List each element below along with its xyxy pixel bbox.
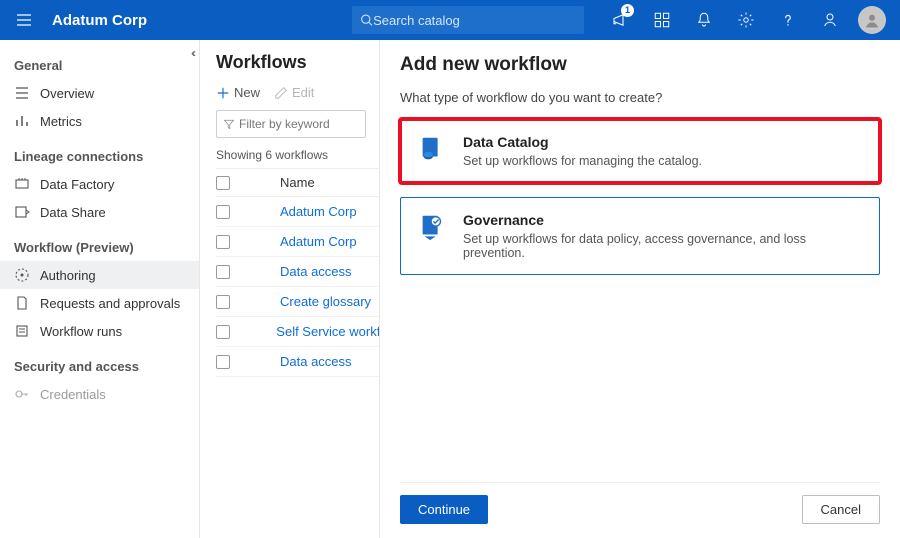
announcements-icon[interactable]: 1 [600, 0, 640, 40]
table-row[interactable]: Adatum Corp [216, 197, 379, 227]
collections-icon[interactable] [642, 0, 682, 40]
sidebar-item-label: Data Factory [40, 177, 114, 192]
sidebar-section-general: General [0, 44, 199, 79]
topbar-icons: 1 [600, 0, 900, 40]
sidebar-section-security: Security and access [0, 345, 199, 380]
row-checkbox[interactable] [216, 235, 230, 249]
workflows-title: Workflows [216, 52, 379, 73]
card-desc: Set up workflows for data policy, access… [463, 232, 863, 260]
card-title: Data Catalog [463, 134, 702, 150]
workflow-link[interactable]: Self Service workflow [276, 324, 379, 339]
plus-icon [216, 86, 230, 100]
sidebar-item-data-share[interactable]: Data Share [0, 198, 199, 226]
governance-icon [417, 212, 447, 242]
search-icon [360, 13, 373, 27]
filter-placeholder: Filter by keyword [239, 117, 330, 131]
pencil-icon [274, 86, 288, 100]
table-row[interactable]: Self Service workflow [216, 317, 379, 347]
row-checkbox[interactable] [216, 325, 230, 339]
panel-question: What type of workflow do you want to cre… [400, 90, 880, 105]
workflow-link[interactable]: Data access [280, 264, 352, 279]
table-row[interactable]: Data access [216, 347, 379, 377]
feedback-icon[interactable] [810, 0, 850, 40]
sidebar-item-requests[interactable]: Requests and approvals [0, 289, 199, 317]
sidebar-item-label: Workflow runs [40, 324, 122, 339]
card-desc: Set up workflows for managing the catalo… [463, 154, 702, 168]
help-icon[interactable] [768, 0, 808, 40]
sidebar-item-label: Credentials [40, 387, 106, 402]
list-icon [14, 85, 30, 101]
workflow-link[interactable]: Create glossary [280, 294, 371, 309]
key-icon [14, 386, 30, 402]
sidebar-section-lineage: Lineage connections [0, 135, 199, 170]
name-header: Name [280, 175, 315, 190]
cancel-button[interactable]: Cancel [802, 495, 880, 524]
gear-icon[interactable] [726, 0, 766, 40]
card-title: Governance [463, 212, 863, 228]
sidebar-item-workflow-runs[interactable]: Workflow runs [0, 317, 199, 345]
sidebar-item-label: Requests and approvals [40, 296, 180, 311]
hamburger-icon[interactable] [0, 0, 48, 40]
sidebar-item-data-factory[interactable]: Data Factory [0, 170, 199, 198]
search-input[interactable] [373, 13, 576, 28]
authoring-icon [14, 267, 30, 283]
search-box[interactable] [352, 6, 584, 34]
panel-title: Add new workflow [400, 54, 880, 76]
sidebar: ‹‹ General Overview Metrics Lineage conn… [0, 40, 200, 538]
panel-footer: Continue Cancel [400, 482, 880, 538]
table-row[interactable]: Create glossary [216, 287, 379, 317]
sidebar-item-label: Metrics [40, 114, 82, 129]
edit-button[interactable]: Edit [274, 85, 314, 100]
table-row[interactable]: Data access [216, 257, 379, 287]
sidebar-item-credentials[interactable]: Credentials [0, 380, 199, 408]
row-checkbox[interactable] [216, 295, 230, 309]
showing-count: Showing 6 workflows [216, 148, 379, 162]
row-checkbox[interactable] [216, 205, 230, 219]
workflow-link[interactable]: Adatum Corp [280, 234, 357, 249]
notification-badge: 1 [621, 4, 634, 17]
select-all-checkbox[interactable] [216, 176, 230, 190]
sidebar-item-label: Overview [40, 86, 94, 101]
avatar[interactable] [852, 0, 892, 40]
catalog-icon [417, 134, 447, 164]
card-data-catalog[interactable]: Data Catalog Set up workflows for managi… [400, 119, 880, 183]
new-label: New [234, 85, 260, 100]
workflow-link[interactable]: Adatum Corp [280, 204, 357, 219]
filter-input[interactable]: Filter by keyword [216, 110, 366, 138]
brand-title: Adatum Corp [48, 12, 147, 29]
sidebar-item-label: Authoring [40, 268, 96, 283]
add-workflow-panel: Add new workflow What type of workflow d… [380, 40, 900, 538]
filter-icon [223, 118, 235, 130]
collapse-sidebar-icon[interactable]: ‹‹ [191, 46, 193, 60]
workflows-column: Workflows New Edit Filter by keyword Sho… [200, 40, 380, 538]
sidebar-item-label: Data Share [40, 205, 106, 220]
row-checkbox[interactable] [216, 265, 230, 279]
sidebar-item-metrics[interactable]: Metrics [0, 107, 199, 135]
table-row[interactable]: Adatum Corp [216, 227, 379, 257]
continue-button[interactable]: Continue [400, 495, 488, 524]
bar-chart-icon [14, 113, 30, 129]
edit-label: Edit [292, 85, 314, 100]
factory-icon [14, 176, 30, 192]
sidebar-section-workflow: Workflow (Preview) [0, 226, 199, 261]
top-bar: Adatum Corp 1 [0, 0, 900, 40]
runs-icon [14, 323, 30, 339]
bell-icon[interactable] [684, 0, 724, 40]
workflow-link[interactable]: Data access [280, 354, 352, 369]
share-icon [14, 204, 30, 220]
card-governance[interactable]: Governance Set up workflows for data pol… [400, 197, 880, 275]
table-header: Name [216, 168, 379, 197]
row-checkbox[interactable] [216, 355, 230, 369]
sidebar-item-overview[interactable]: Overview [0, 79, 199, 107]
document-icon [14, 295, 30, 311]
new-button[interactable]: New [216, 85, 260, 100]
sidebar-item-authoring[interactable]: Authoring [0, 261, 199, 289]
